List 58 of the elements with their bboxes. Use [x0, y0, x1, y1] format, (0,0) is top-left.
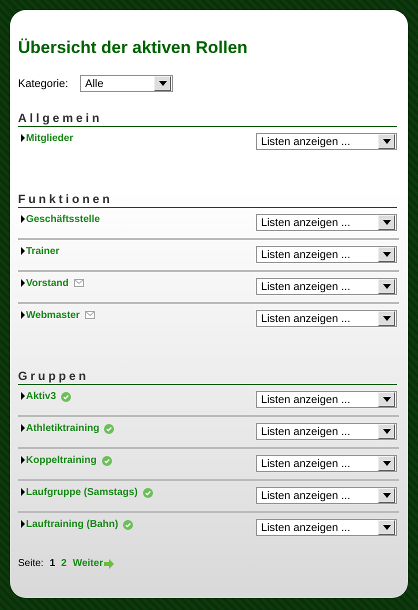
dropdown[interactable]: Listen anzeigen ...: [256, 391, 397, 408]
page-title: Übersicht der aktiven Rollen: [18, 38, 249, 58]
expand-icon[interactable]: [21, 134, 25, 142]
pagination-label: Seite:: [18, 558, 44, 569]
dropdown[interactable]: Listen anzeigen ...: [256, 310, 397, 327]
dropdown[interactable]: Alle: [80, 75, 174, 92]
section-heading: Allgemein: [18, 111, 397, 127]
expand-icon[interactable]: [21, 488, 25, 496]
dropdown[interactable]: Listen anzeigen ...: [256, 487, 397, 504]
role-link[interactable]: Vorstand: [26, 278, 69, 289]
dropdown[interactable]: Listen anzeigen ...: [256, 278, 397, 295]
expand-icon[interactable]: [21, 215, 25, 223]
caret-icon[interactable]: [382, 397, 390, 402]
expand-icon[interactable]: [21, 311, 25, 319]
mail-icon: [84, 311, 95, 319]
caret-icon[interactable]: [382, 525, 390, 530]
role-link[interactable]: Aktiv3: [26, 391, 56, 402]
role-link[interactable]: Lauftraining (Bahn): [26, 519, 118, 530]
caret-icon[interactable]: [382, 493, 390, 498]
check-icon: [102, 456, 112, 466]
dropdown[interactable]: Listen anzeigen ...: [256, 519, 397, 536]
expand-icon[interactable]: [21, 247, 25, 255]
dropdown[interactable]: Listen anzeigen ...: [256, 133, 397, 150]
page-link[interactable]: 2: [61, 558, 67, 569]
role-link[interactable]: Laufgruppe (Samstags): [26, 487, 138, 498]
caret-icon[interactable]: [382, 252, 390, 257]
section-heading: Funktionen: [18, 192, 397, 208]
dropdown[interactable]: Listen anzeigen ...: [256, 214, 397, 231]
expand-icon[interactable]: [21, 392, 25, 400]
category-label: Kategorie:: [18, 78, 68, 90]
dropdown[interactable]: Listen anzeigen ...: [256, 455, 397, 472]
current-page-number: 1: [50, 558, 56, 569]
check-icon: [61, 392, 72, 402]
expand-icon[interactable]: [21, 456, 25, 464]
caret-icon[interactable]: [158, 81, 167, 86]
expand-icon[interactable]: [21, 520, 25, 528]
dropdown[interactable]: Listen anzeigen ...: [256, 246, 397, 263]
dropdown[interactable]: Listen anzeigen ...: [256, 423, 397, 440]
caret-icon[interactable]: [382, 429, 390, 434]
expand-icon[interactable]: [21, 279, 25, 287]
caret-icon[interactable]: [382, 461, 390, 466]
caret-icon[interactable]: [382, 284, 390, 289]
check-icon: [123, 520, 134, 530]
role-link[interactable]: Koppeltraining: [26, 455, 97, 466]
check-icon: [104, 424, 114, 434]
caret-icon[interactable]: [382, 139, 390, 144]
next-link[interactable]: Weiter: [72, 558, 104, 569]
role-link[interactable]: Geschäftsstelle: [26, 214, 100, 225]
role-link[interactable]: Athletiktraining: [26, 423, 100, 434]
mail-icon: [74, 279, 84, 287]
role-link[interactable]: Webmaster: [26, 310, 80, 321]
caret-icon[interactable]: [382, 220, 390, 225]
role-link[interactable]: Mitglieder: [26, 133, 74, 144]
role-link[interactable]: Trainer: [26, 246, 60, 257]
caret-icon[interactable]: [382, 316, 390, 321]
section-heading: Gruppen: [18, 369, 397, 385]
check-icon: [142, 488, 153, 498]
expand-icon[interactable]: [21, 424, 25, 432]
